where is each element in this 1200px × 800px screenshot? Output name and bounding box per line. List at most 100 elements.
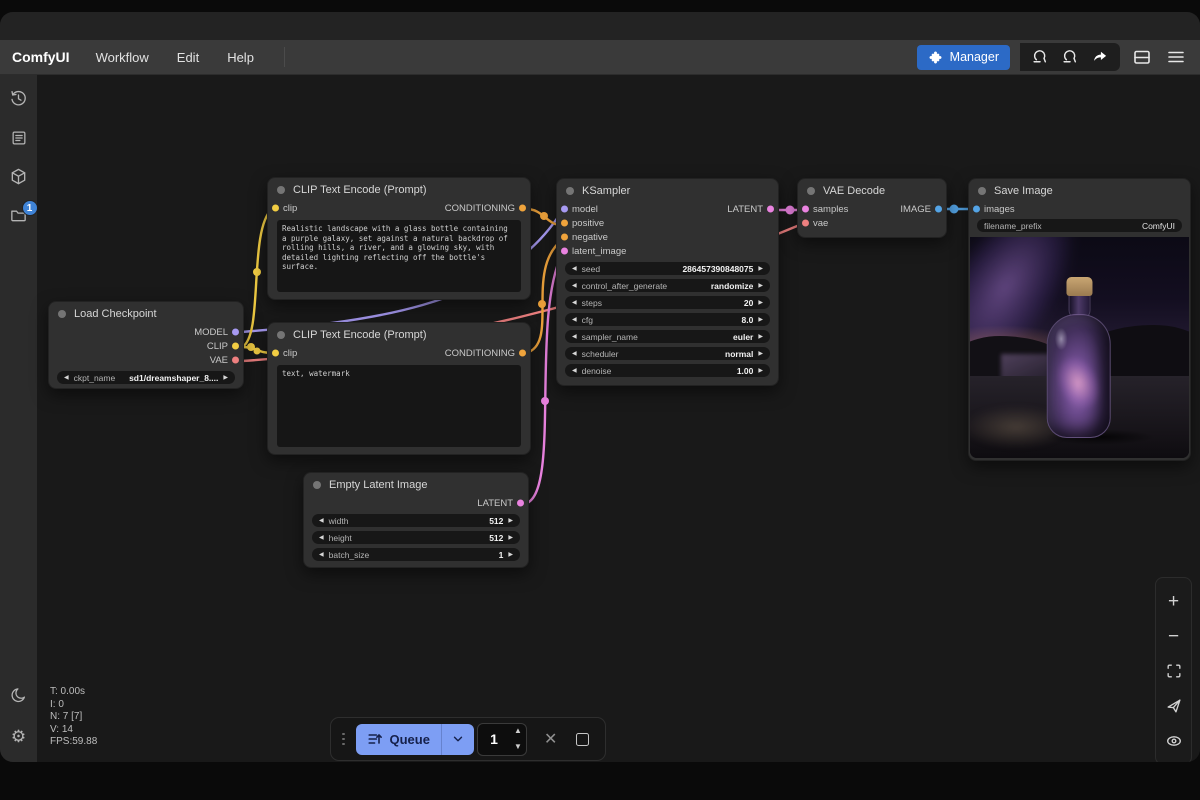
node-ksampler[interactable]: KSampler model LATENT positive negative … <box>556 178 779 386</box>
node-save-image[interactable]: Save Image images filename_prefix ComfyU… <box>968 178 1191 461</box>
collapse-dot[interactable] <box>313 481 321 489</box>
input-slot-model[interactable] <box>561 206 568 213</box>
select-mode-button[interactable] <box>1162 693 1186 719</box>
share-arrow-icon[interactable] <box>1088 45 1112 69</box>
widget-value: euler <box>733 332 753 342</box>
node-header[interactable]: CLIP Text Encode (Prompt) <box>268 178 530 201</box>
zoom-out-button[interactable]: − <box>1162 623 1186 649</box>
input-slot-clip[interactable] <box>272 350 279 357</box>
canvas-controls: + − <box>1155 577 1192 762</box>
node-clip-text-encode-positive[interactable]: CLIP Text Encode (Prompt) clip CONDITION… <box>267 177 531 300</box>
stepper-up-icon[interactable]: ▲ <box>510 724 526 740</box>
cleaner-icon-right[interactable] <box>1058 45 1082 69</box>
menu-edit[interactable]: Edit <box>177 50 199 65</box>
widget-scheduler[interactable]: scheduler normal <box>565 347 770 360</box>
node-header[interactable]: CLIP Text Encode (Prompt) <box>268 323 530 346</box>
input-slot-samples[interactable] <box>802 206 809 213</box>
menu-workflow[interactable]: Workflow <box>96 50 149 65</box>
settings-button[interactable]: ⚙ <box>7 724 31 748</box>
input-slot-latent-image[interactable] <box>561 248 568 255</box>
widget-filename-prefix[interactable]: filename_prefix ComfyUI <box>977 219 1182 232</box>
input-slot-images[interactable] <box>973 206 980 213</box>
widget-value: 512 <box>489 533 503 543</box>
widget-height[interactable]: height 512 <box>312 531 520 544</box>
gear-icon: ⚙ <box>11 728 26 745</box>
preview-bottle-cork <box>1066 277 1092 296</box>
node-header[interactable]: KSampler <box>557 179 778 202</box>
output-slot-clip[interactable] <box>232 343 239 350</box>
batch-count-value: 1 <box>478 724 510 755</box>
sidebar-workflows-button[interactable]: 1 <box>7 206 31 230</box>
input-slot-negative[interactable] <box>561 234 568 241</box>
input-slot-positive[interactable] <box>561 220 568 227</box>
eye-icon <box>1165 732 1183 750</box>
widget-batch-size[interactable]: batch_size 1 <box>312 548 520 561</box>
prompt-textarea[interactable]: Realistic landscape with a glass bottle … <box>277 220 521 292</box>
widget-cfg[interactable]: cfg 8.0 <box>565 313 770 326</box>
cleaner-icon-left[interactable] <box>1028 45 1052 69</box>
queue-dropdown-arrow[interactable] <box>441 724 474 755</box>
node-load-checkpoint[interactable]: Load Checkpoint MODEL CLIP VAE ckpt_name… <box>48 301 244 389</box>
zoom-in-button[interactable]: + <box>1162 588 1186 614</box>
input-label-clip: clip <box>283 348 297 359</box>
theme-toggle-button[interactable] <box>7 685 31 709</box>
collapse-dot[interactable] <box>978 187 986 195</box>
widget-denoise[interactable]: denoise 1.00 <box>565 364 770 377</box>
clear-queue-button[interactable]: ✕ <box>544 729 557 749</box>
sidebar-models-button[interactable] <box>7 167 31 191</box>
queue-button-main[interactable]: Queue <box>356 724 441 755</box>
stat-fps: FPS:59.88 <box>50 736 97 749</box>
collapse-dot[interactable] <box>566 187 574 195</box>
widget-width[interactable]: width 512 <box>312 514 520 527</box>
input-slot-vae[interactable] <box>802 220 809 227</box>
collapse-dot[interactable] <box>277 331 285 339</box>
widget-seed[interactable]: seed 286457390848075 <box>565 262 770 275</box>
collapse-dot[interactable] <box>58 310 66 318</box>
output-slot-model[interactable] <box>232 329 239 336</box>
output-image-preview[interactable] <box>970 237 1189 458</box>
input-slot-clip[interactable] <box>272 205 279 212</box>
hamburger-menu-icon[interactable] <box>1164 45 1188 69</box>
plus-icon: + <box>1168 592 1179 611</box>
widget-sampler-name[interactable]: sampler_name euler <box>565 330 770 343</box>
node-header[interactable]: Load Checkpoint <box>49 302 243 325</box>
node-clip-text-encode-negative[interactable]: CLIP Text Encode (Prompt) clip CONDITION… <box>267 322 531 455</box>
queue-drag-handle[interactable] <box>342 733 345 746</box>
output-slot-latent[interactable] <box>517 500 524 507</box>
collapse-dot[interactable] <box>807 187 815 195</box>
output-slot-latent[interactable] <box>767 206 774 213</box>
output-label-latent: LATENT <box>727 204 763 215</box>
manager-button[interactable]: Manager <box>917 45 1010 70</box>
queue-toolbar: Queue 1 ▲ ▼ ✕ <box>330 717 606 761</box>
input-label-latent-image: latent_image <box>572 246 626 257</box>
widget-name: cfg <box>582 315 593 325</box>
output-slot-vae[interactable] <box>232 357 239 364</box>
sidebar-history-button[interactable] <box>7 89 31 113</box>
sidebar-logs-button[interactable] <box>7 128 31 152</box>
node-vae-decode[interactable]: VAE Decode samples IMAGE vae <box>797 178 947 238</box>
fit-view-button[interactable] <box>1162 658 1186 684</box>
prompt-textarea[interactable]: text, watermark <box>277 365 521 447</box>
stepper-down-icon[interactable]: ▼ <box>510 739 526 755</box>
input-label-positive: positive <box>572 218 604 229</box>
widget-steps[interactable]: steps 20 <box>565 296 770 309</box>
output-slot-image[interactable] <box>935 206 942 213</box>
node-header[interactable]: Save Image <box>969 179 1190 202</box>
node-header[interactable]: Empty Latent Image <box>304 473 528 496</box>
node-empty-latent-image[interactable]: Empty Latent Image LATENT width 512 heig… <box>303 472 529 568</box>
output-slot-conditioning[interactable] <box>519 205 526 212</box>
widget-value: normal <box>725 349 753 359</box>
queue-button[interactable]: Queue <box>356 724 474 755</box>
widget-ckpt-name[interactable]: ckpt_name sd1/dreamshaper_8.... <box>57 371 235 384</box>
stop-button[interactable] <box>576 733 589 746</box>
app-logo[interactable]: ComfyUI <box>12 49 70 65</box>
batch-count-stepper[interactable]: 1 ▲ ▼ <box>477 723 527 756</box>
widget-control-after-generate[interactable]: control_after_generate randomize <box>565 279 770 292</box>
toggle-link-visibility-button[interactable] <box>1162 728 1186 754</box>
bottom-panel-toggle-icon[interactable] <box>1130 45 1154 69</box>
collapse-dot[interactable] <box>277 186 285 194</box>
output-slot-conditioning[interactable] <box>519 350 526 357</box>
node-header[interactable]: VAE Decode <box>798 179 946 202</box>
menu-help[interactable]: Help <box>227 50 254 65</box>
stat-i: I: 0 <box>50 699 97 712</box>
